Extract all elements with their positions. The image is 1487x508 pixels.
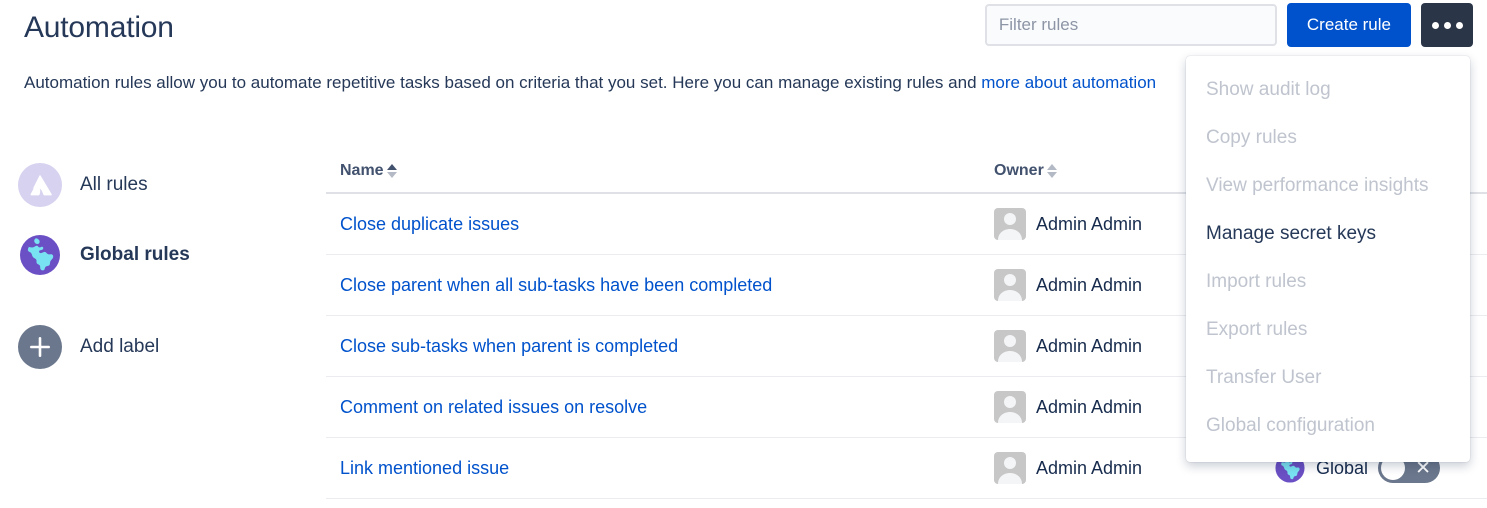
automation-page: Automation Create rule Automation rules … — [0, 0, 1487, 508]
rule-name-cell: Close parent when all sub-tasks have bee… — [326, 275, 994, 296]
sort-by-name-button[interactable]: Name — [340, 162, 397, 180]
sidebar-item-all-rules[interactable]: All rules — [18, 160, 318, 210]
sidebar-item-add-label[interactable]: Add label — [18, 322, 318, 372]
plus-icon — [18, 325, 62, 369]
rule-name-cell: Close sub-tasks when parent is completed — [326, 336, 994, 357]
menu-item-global-configuration[interactable]: Global configuration — [1186, 402, 1470, 450]
owner-name: Admin Admin — [1036, 213, 1143, 234]
menu-item-copy-rules[interactable]: Copy rules — [1186, 114, 1470, 162]
sidebar-item-label: Global rules — [80, 244, 190, 265]
menu-item-view-performance-insights[interactable]: View performance insights — [1186, 162, 1470, 210]
sidebar-item-global-rules[interactable]: Global rules — [18, 230, 318, 280]
sidebar-item-label: All rules — [80, 174, 148, 195]
owner-name: Admin Admin — [1036, 335, 1143, 356]
owner-name: Admin Admin — [1036, 457, 1143, 478]
rule-name-cell: Comment on related issues on resolve — [326, 397, 994, 418]
learn-more-link[interactable]: more about automation — [981, 73, 1156, 92]
rule-name-cell: Close duplicate issues — [326, 214, 994, 235]
sidebar-item-label: Add label — [80, 336, 160, 357]
description-text: Automation rules allow you to automate r… — [24, 73, 977, 92]
owner-name: Admin Admin — [1036, 396, 1143, 417]
more-actions-menu: Show audit log Copy rules View performan… — [1186, 56, 1470, 462]
globe-icon — [18, 233, 62, 277]
menu-item-import-rules[interactable]: Import rules — [1186, 258, 1470, 306]
page-title: Automation — [24, 11, 174, 44]
rule-name-cell: Link mentioned issue — [326, 458, 994, 479]
ellipsis-icon — [1443, 21, 1451, 29]
sidebar: All rules Global rules Add label — [18, 160, 318, 392]
create-rule-button[interactable]: Create rule — [1286, 3, 1411, 47]
ellipsis-icon — [1455, 21, 1463, 29]
table-header-cell-name: Name — [326, 162, 994, 180]
owner-name: Admin Admin — [1036, 274, 1143, 295]
column-label-owner: Owner — [994, 162, 1044, 179]
rule-link[interactable]: Comment on related issues on resolve — [340, 397, 647, 417]
rule-link[interactable]: Close sub-tasks when parent is completed — [340, 336, 678, 356]
menu-item-show-audit-log[interactable]: Show audit log — [1186, 66, 1470, 114]
sort-by-owner-button[interactable]: Owner — [994, 162, 1057, 180]
column-label-name: Name — [340, 162, 384, 179]
menu-item-transfer-user[interactable]: Transfer User — [1186, 354, 1470, 402]
sort-arrows-icon — [386, 164, 397, 178]
menu-item-export-rules[interactable]: Export rules — [1186, 306, 1470, 354]
avatar — [994, 391, 1026, 423]
menu-item-manage-secret-keys[interactable]: Manage secret keys — [1186, 210, 1470, 258]
avatar — [994, 269, 1026, 301]
avatar — [994, 330, 1026, 362]
avatar — [994, 452, 1026, 484]
sort-arrows-icon — [1046, 164, 1057, 178]
more-actions-button[interactable] — [1421, 3, 1473, 47]
atlassian-logo-icon — [18, 163, 62, 207]
rule-link[interactable]: Close duplicate issues — [340, 214, 519, 234]
header-actions: Create rule — [984, 3, 1473, 47]
rule-link[interactable]: Link mentioned issue — [340, 458, 509, 478]
filter-rules-input[interactable] — [984, 4, 1277, 46]
rule-link[interactable]: Close parent when all sub-tasks have bee… — [340, 275, 772, 295]
ellipsis-icon — [1431, 21, 1439, 29]
avatar — [994, 208, 1026, 240]
